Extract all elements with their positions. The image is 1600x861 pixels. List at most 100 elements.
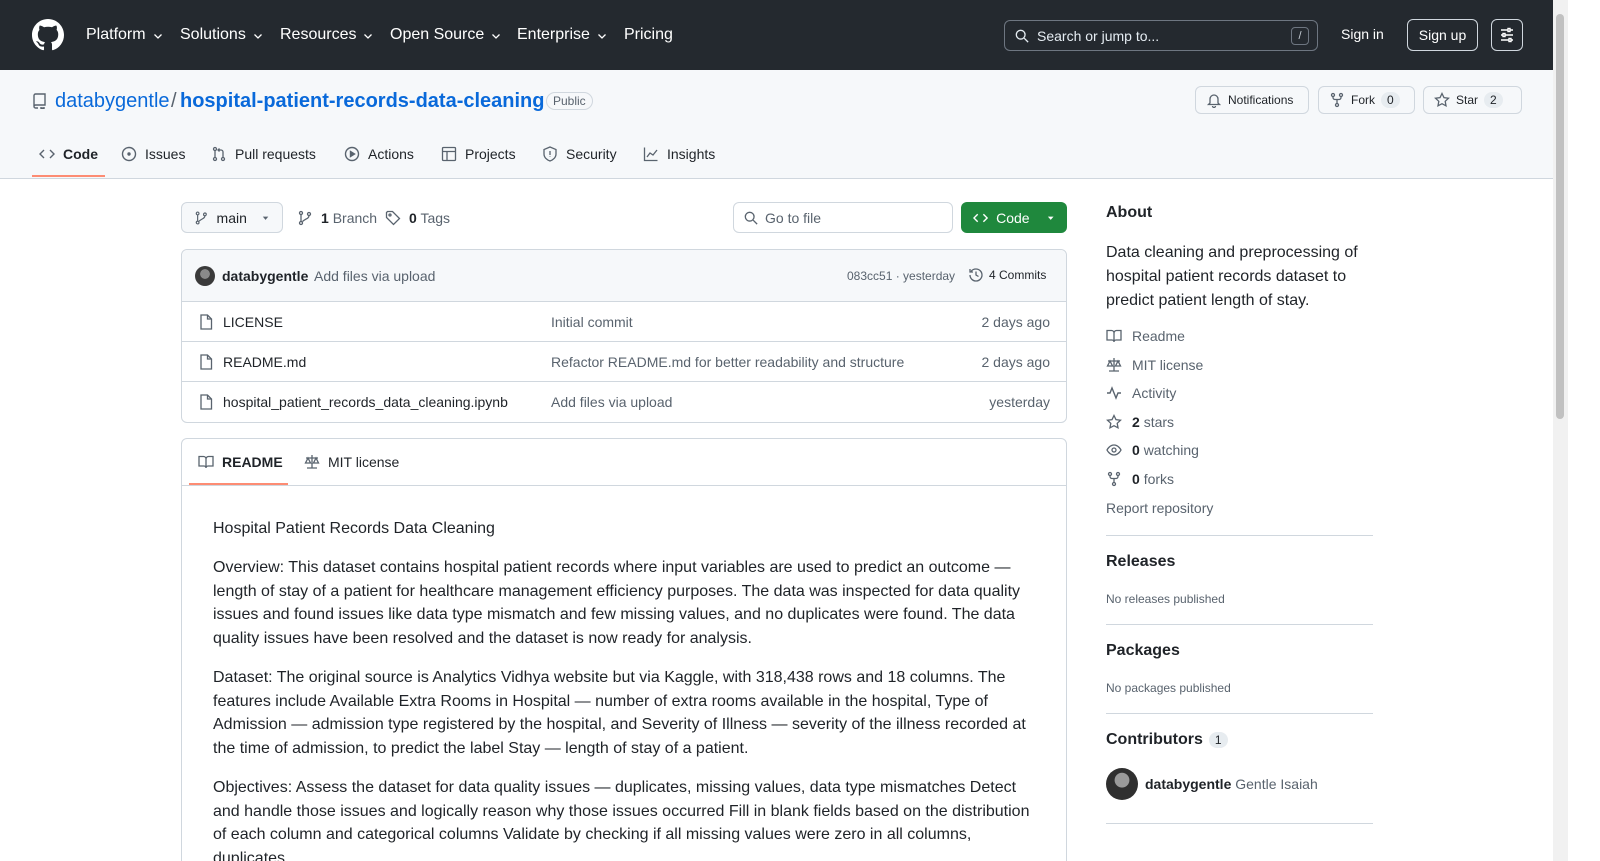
- file-row[interactable]: LICENSE Initial commit 2 days ago: [182, 301, 1066, 341]
- code-icon: [973, 213, 989, 222]
- tab-code[interactable]: Code: [39, 146, 98, 162]
- tags-link[interactable]: 0 Tags: [385, 210, 450, 226]
- nav-enterprise[interactable]: Enterprise: [517, 24, 608, 46]
- keyboard-shortcut-badge: /: [1291, 27, 1309, 45]
- nav-solutions[interactable]: Solutions: [180, 24, 264, 46]
- license-link[interactable]: MIT license: [1106, 357, 1203, 373]
- commit-hash-time[interactable]: 083cc51 · yesterday: [847, 269, 955, 283]
- pull-request-icon: [212, 146, 226, 162]
- pulse-icon: [1107, 386, 1121, 400]
- packages-heading[interactable]: Packages: [1106, 642, 1180, 660]
- active-tab-underline: [32, 175, 105, 177]
- releases-heading[interactable]: Releases: [1106, 553, 1175, 571]
- branches-link[interactable]: 1 Branch: [297, 210, 377, 226]
- readme-tabs-divider: [182, 485, 1066, 486]
- contributors-heading[interactable]: Contributors 1: [1106, 731, 1228, 749]
- commit-author[interactable]: databygentle: [222, 268, 308, 284]
- forks-link[interactable]: 0 forks: [1106, 471, 1174, 487]
- fork-count: 0: [1381, 92, 1400, 108]
- watchers-link[interactable]: 0 watching: [1106, 442, 1199, 458]
- sign-up-button[interactable]: Sign up: [1407, 19, 1478, 51]
- nav-platform[interactable]: Platform: [86, 24, 164, 46]
- tag-icon: [385, 210, 401, 226]
- file-commit-message[interactable]: Refactor README.md for better readabilit…: [551, 354, 904, 370]
- file-name[interactable]: README.md: [223, 354, 306, 370]
- file-commit-message[interactable]: Initial commit: [551, 314, 633, 330]
- readme-link[interactable]: Readme: [1106, 328, 1185, 344]
- file-commit-message[interactable]: Add files via upload: [551, 394, 672, 410]
- commits-link[interactable]: 4 Commits: [968, 267, 1046, 283]
- repo-owner-link[interactable]: databygentle: [55, 90, 170, 113]
- file-row[interactable]: hospital_patient_records_data_cleaning.i…: [182, 381, 1066, 421]
- branch-icon: [195, 210, 207, 225]
- file-age: yesterday: [989, 394, 1050, 410]
- caret-down-icon: [262, 216, 269, 220]
- play-icon: [344, 146, 360, 162]
- sidebar-divider: [1106, 624, 1373, 625]
- repo-name-link[interactable]: hospital-patient-records-data-cleaning: [180, 90, 545, 113]
- github-logo-icon[interactable]: [32, 19, 64, 51]
- chevron-down-icon: [597, 34, 606, 39]
- scrollbar-thumb[interactable]: [1556, 14, 1564, 419]
- avatar[interactable]: [1106, 768, 1138, 800]
- file-icon: [200, 394, 213, 410]
- file-name[interactable]: LICENSE: [223, 314, 283, 330]
- tab-projects[interactable]: Projects: [441, 146, 516, 162]
- report-repository-link[interactable]: Report repository: [1106, 500, 1213, 516]
- notifications-button[interactable]: Notifications: [1195, 86, 1309, 114]
- packages-empty: No packages published: [1106, 681, 1231, 695]
- book-icon: [198, 455, 214, 469]
- file-icon: [200, 314, 213, 330]
- repo-icon: [32, 93, 46, 109]
- readme-dataset: Dataset: The original source is Analytic…: [213, 669, 1026, 757]
- branch-icon: [298, 210, 312, 226]
- sign-in-link[interactable]: Sign in: [1341, 26, 1384, 42]
- avatar[interactable]: [195, 266, 215, 286]
- visibility-badge: Public: [546, 92, 593, 110]
- tab-security[interactable]: Security: [542, 146, 617, 162]
- star-icon: [1434, 92, 1450, 107]
- tab-actions[interactable]: Actions: [344, 146, 414, 162]
- search-input[interactable]: Search or jump to... /: [1004, 20, 1318, 51]
- star-button[interactable]: Star 2: [1423, 86, 1522, 114]
- sidebar-divider: [1106, 823, 1373, 824]
- tab-insights[interactable]: Insights: [643, 146, 715, 162]
- star-icon: [1106, 414, 1122, 429]
- chevron-down-icon: [364, 34, 373, 39]
- go-to-file-input[interactable]: Go to file: [733, 202, 953, 233]
- code-dropdown-button[interactable]: Code: [961, 202, 1067, 233]
- code-icon: [39, 149, 55, 159]
- readme-objectives: Objectives: Assess the dataset for data …: [213, 779, 1030, 861]
- branch-selector[interactable]: main: [181, 202, 283, 233]
- contributor-item[interactable]: databygentle Gentle Isaiah: [1145, 776, 1318, 792]
- stars-link[interactable]: 2 stars: [1106, 414, 1174, 430]
- file-age: 2 days ago: [981, 314, 1051, 330]
- commit-message[interactable]: Add files via upload: [314, 268, 435, 284]
- fork-button[interactable]: Fork 0: [1318, 86, 1415, 114]
- chevron-down-icon: [253, 34, 262, 39]
- tab-issues[interactable]: Issues: [121, 146, 185, 162]
- nav-resources[interactable]: Resources: [280, 24, 374, 46]
- fork-icon: [1330, 92, 1344, 108]
- sliders-icon: [1501, 27, 1513, 43]
- graph-icon: [643, 147, 658, 162]
- nav-open-source[interactable]: Open Source: [390, 24, 502, 46]
- law-icon: [1106, 358, 1122, 372]
- file-age: 2 days ago: [981, 354, 1051, 370]
- about-description: Data cleaning and preprocessing of hospi…: [1106, 244, 1358, 309]
- file-row[interactable]: README.md Refactor README.md for better …: [182, 341, 1066, 381]
- chevron-down-icon: [492, 34, 501, 39]
- menu-button[interactable]: [1491, 19, 1523, 51]
- license-tab[interactable]: MIT license: [304, 454, 399, 470]
- search-icon: [1015, 29, 1029, 43]
- tab-pull-requests[interactable]: Pull requests: [211, 146, 316, 162]
- file-name[interactable]: hospital_patient_records_data_cleaning.i…: [223, 394, 508, 410]
- readme-tab[interactable]: README: [198, 454, 283, 470]
- table-icon: [441, 146, 457, 162]
- history-icon: [969, 268, 983, 282]
- nav-pricing[interactable]: Pricing: [624, 24, 673, 46]
- caret-down-icon: [1047, 216, 1054, 220]
- shield-icon: [543, 146, 557, 162]
- readme-overview: Overview: This dataset contains hospital…: [213, 559, 1021, 647]
- activity-link[interactable]: Activity: [1106, 385, 1176, 401]
